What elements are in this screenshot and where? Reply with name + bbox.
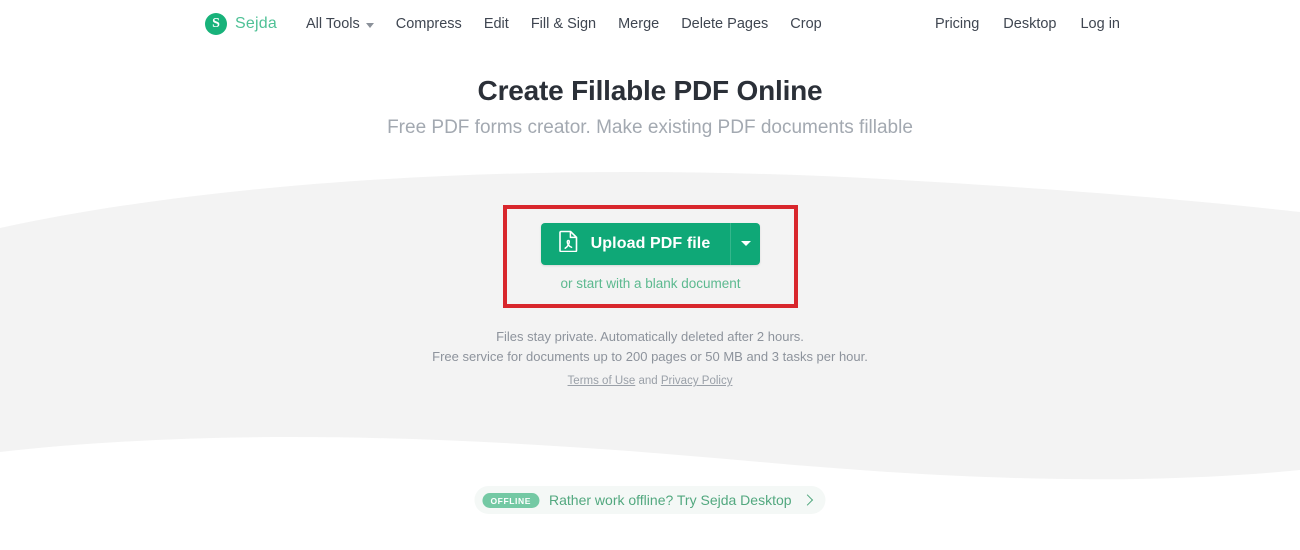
nav-link-compress[interactable]: Compress <box>396 16 462 32</box>
upload-pdf-button[interactable]: Upload PDF file <box>540 222 761 265</box>
terms-of-use-link[interactable]: Terms of Use <box>568 375 636 387</box>
page-subtitle: Free PDF forms creator. Make existing PD… <box>387 117 913 138</box>
legal-links: Terms of Use and Privacy Policy <box>0 373 1300 389</box>
fineprint-section: Files stay private. Automatically delete… <box>0 327 1300 389</box>
service-limits-line: Free service for documents up to 200 pag… <box>432 348 868 364</box>
nav-link-all-tools-label: All Tools <box>306 16 360 32</box>
page-root: S Sejda All Tools Compress Edit Fill & S… <box>0 0 1300 550</box>
sejda-circle-logo-icon: S <box>205 13 227 35</box>
nav-link-edit[interactable]: Edit <box>484 16 509 32</box>
offline-status-badge: OFFLINE <box>482 492 540 508</box>
upload-cta-group: Upload PDF file or start with a blank do… <box>503 205 798 308</box>
nav-link-fill-and-sign[interactable]: Fill & Sign <box>531 16 596 32</box>
nav-link-merge[interactable]: Merge <box>618 16 659 32</box>
upload-pdf-button-main[interactable]: Upload PDF file <box>541 223 731 265</box>
top-navigation-bar: S Sejda All Tools Compress Edit Fill & S… <box>0 0 1300 50</box>
caret-down-icon <box>740 241 751 246</box>
page-title: Create Fillable PDF Online <box>477 75 823 106</box>
pdf-file-icon <box>558 230 578 257</box>
chevron-down-icon <box>365 22 374 28</box>
privacy-notice-line: Files stay private. Automatically delete… <box>496 329 804 344</box>
nav-link-delete-pages[interactable]: Delete Pages <box>681 16 768 32</box>
upload-pdf-button-label: Upload PDF file <box>590 234 711 252</box>
offline-desktop-banner[interactable]: OFFLINE Rather work offline? Try Sejda D… <box>474 486 826 514</box>
nav-link-pricing[interactable]: Pricing <box>935 16 979 32</box>
chevron-right-icon <box>801 494 814 506</box>
nav-link-log-in[interactable]: Log in <box>1080 16 1120 32</box>
nav-link-all-tools[interactable]: All Tools <box>306 16 374 32</box>
nav-link-crop[interactable]: Crop <box>790 16 821 32</box>
legal-conjunction: and <box>635 375 661 387</box>
upload-dropdown-toggle[interactable] <box>730 222 760 265</box>
privacy-policy-link[interactable]: Privacy Policy <box>661 375 733 387</box>
offline-banner-text: Rather work offline? Try Sejda Desktop <box>549 492 792 508</box>
start-blank-document-link[interactable]: or start with a blank document <box>560 276 740 291</box>
brand-logo-link[interactable]: S Sejda <box>205 13 277 35</box>
brand-name-label: Sejda <box>235 15 277 32</box>
secondary-nav-links: Pricing Desktop Log in <box>935 16 1120 32</box>
hero-section: Create Fillable PDF Online Free PDF form… <box>0 72 1300 142</box>
primary-nav-links: All Tools Compress Edit Fill & Sign Merg… <box>306 16 822 32</box>
nav-link-desktop[interactable]: Desktop <box>1003 16 1056 32</box>
